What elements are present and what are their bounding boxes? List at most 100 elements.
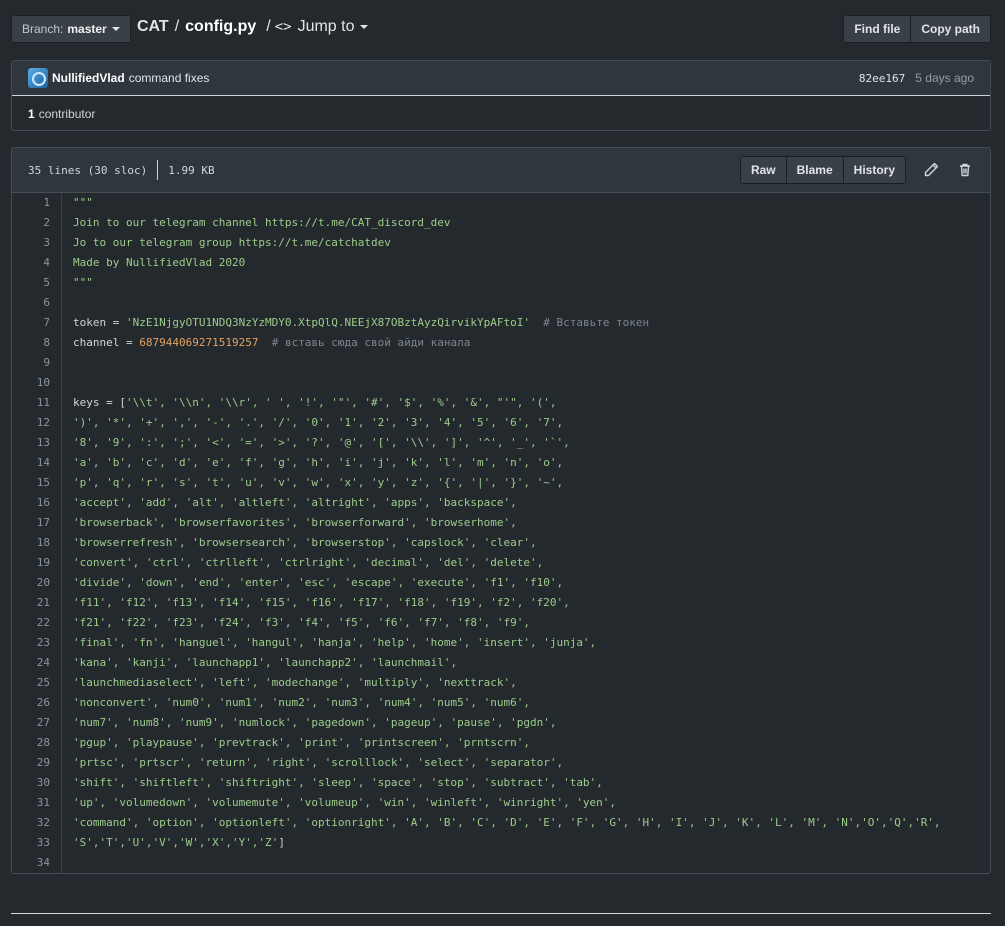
line-content: """	[62, 193, 93, 213]
code-token: Jo to our telegram group https://t.me/ca…	[73, 236, 391, 249]
line-content	[62, 853, 73, 873]
code-icon: <>	[274, 19, 292, 35]
raw-button[interactable]: Raw	[739, 156, 787, 184]
line-number[interactable]: 15	[12, 473, 62, 493]
code-token: ]	[278, 836, 285, 849]
caret-down-icon	[359, 25, 368, 29]
line-number[interactable]: 30	[12, 773, 62, 793]
code-line: 5 """	[12, 273, 990, 293]
line-number[interactable]: 21	[12, 593, 62, 613]
code-line: 18 'browserrefresh', 'browsersearch', 'br…	[12, 533, 990, 553]
copy-path-button[interactable]: Copy path	[911, 15, 991, 43]
contributors-label: contributor	[38, 106, 96, 121]
line-number[interactable]: 8	[12, 333, 62, 353]
line-content: """	[62, 273, 93, 293]
commit-time: 5 days ago	[915, 71, 974, 85]
line-number[interactable]: 5	[12, 273, 62, 293]
line-number[interactable]: 19	[12, 553, 62, 573]
line-content: 'nonconvert', 'num0', 'num1', 'num2', 'n…	[62, 693, 530, 713]
commit-tease: NullifiedVlad command fixes 82ee167 5 da…	[11, 60, 991, 131]
trash-icon[interactable]	[956, 161, 974, 179]
code-line: 8 channel = 687944069271519257 # вставь с…	[12, 333, 990, 353]
line-number[interactable]: 28	[12, 733, 62, 753]
code-line: 16 'accept', 'add', 'alt', 'altleft', 'al…	[12, 493, 990, 513]
line-number[interactable]: 12	[12, 413, 62, 433]
line-content: Made by NullifiedVlad 2020	[62, 253, 245, 273]
line-content	[62, 293, 73, 313]
line-content: 'p', 'q', 'r', 's', 't', 'u', 'v', 'w', …	[62, 473, 563, 493]
code-token: 'nonconvert', 'num0', 'num1', 'num2', 'n…	[73, 696, 530, 709]
line-number[interactable]: 31	[12, 793, 62, 813]
code-line: 25 'launchmediaselect', 'left', 'modechan…	[12, 673, 990, 693]
line-number[interactable]: 11	[12, 393, 62, 413]
code-line: 1 """	[12, 193, 990, 213]
code-token: 'launchmediaselect', 'left', 'modechange…	[73, 676, 517, 689]
code-line: 11 keys = ['\\t', '\\n', '\\r', ' ', '!',…	[12, 393, 990, 413]
code-token: 'convert', 'ctrl', 'ctrlleft', 'ctrlrigh…	[73, 556, 544, 569]
line-number[interactable]: 29	[12, 753, 62, 773]
branch-select-button[interactable]: Branch: master	[11, 15, 131, 43]
line-number[interactable]: 17	[12, 513, 62, 533]
code-token: 'num7', 'num8', 'num9', 'numlock', 'page…	[73, 716, 557, 729]
file-header: 35 lines (30 sloc) 1.99 KB Raw Blame His…	[12, 148, 990, 193]
line-number[interactable]: 16	[12, 493, 62, 513]
line-number[interactable]: 33	[12, 833, 62, 853]
line-number[interactable]: 34	[12, 853, 62, 873]
footer-divider	[11, 913, 991, 914]
line-number[interactable]: 6	[12, 293, 62, 313]
line-content: 'pgup', 'playpause', 'prevtrack', 'print…	[62, 733, 530, 753]
line-number[interactable]: 27	[12, 713, 62, 733]
line-number[interactable]: 32	[12, 813, 62, 833]
line-content: 'kana', 'kanji', 'launchapp1', 'launchap…	[62, 653, 457, 673]
line-number[interactable]: 7	[12, 313, 62, 333]
line-number[interactable]: 25	[12, 673, 62, 693]
line-number[interactable]: 26	[12, 693, 62, 713]
blame-button[interactable]: Blame	[786, 156, 844, 184]
history-button[interactable]: History	[843, 156, 906, 184]
breadcrumb-file-name: config.py	[185, 18, 257, 35]
top-bar: Branch: master CAT / config.py / <> Jump…	[11, 15, 991, 43]
line-content	[62, 373, 73, 393]
code-token: 'final', 'fn', 'hanguel', 'hangul', 'han…	[73, 636, 597, 649]
code-token: # вставь сюда свой айди канала	[258, 336, 471, 349]
pencil-icon[interactable]	[922, 161, 940, 179]
code-line: 12 ')', '*', '+', ',', '-', '.', '/', '0'…	[12, 413, 990, 433]
line-content: Join to our telegram channel https://t.m…	[62, 213, 451, 233]
line-number[interactable]: 3	[12, 233, 62, 253]
code-token: 'pgup', 'playpause', 'prevtrack', 'print…	[73, 736, 530, 749]
line-number[interactable]: 1	[12, 193, 62, 213]
line-number[interactable]: 13	[12, 433, 62, 453]
line-number[interactable]: 14	[12, 453, 62, 473]
line-content	[62, 353, 73, 373]
file-viewer: 35 lines (30 sloc) 1.99 KB Raw Blame His…	[11, 147, 991, 874]
jump-to-menu[interactable]: / <> Jump to	[266, 18, 368, 36]
contributors-row[interactable]: 1 contributor	[12, 96, 990, 131]
code-line: 23 'final', 'fn', 'hanguel', 'hangul', 'h…	[12, 633, 990, 653]
line-number[interactable]: 10	[12, 373, 62, 393]
code-token: 'up', 'volumedown', 'volumemute', 'volum…	[73, 796, 617, 809]
file-info-divider	[157, 160, 159, 180]
breadcrumb-repo-link[interactable]: CAT	[137, 18, 169, 36]
commit-sha-link[interactable]: 82ee167	[859, 72, 905, 85]
line-number[interactable]: 22	[12, 613, 62, 633]
line-content: 'launchmediaselect', 'left', 'modechange…	[62, 673, 517, 693]
avatar[interactable]	[28, 68, 48, 88]
line-number[interactable]: 9	[12, 353, 62, 373]
code-line: 17 'browserback', 'browserfavorites', 'br…	[12, 513, 990, 533]
line-number[interactable]: 20	[12, 573, 62, 593]
line-number[interactable]: 18	[12, 533, 62, 553]
contributors-count: 1	[28, 106, 35, 121]
line-number[interactable]: 4	[12, 253, 62, 273]
commit-message-link[interactable]: command fixes	[129, 71, 210, 85]
code-line: 6	[12, 293, 990, 313]
line-content: 'final', 'fn', 'hanguel', 'hangul', 'han…	[62, 633, 596, 653]
find-file-button[interactable]: Find file	[843, 15, 912, 43]
code-token: 'divide', 'down', 'end', 'enter', 'esc',…	[73, 576, 564, 589]
line-number[interactable]: 2	[12, 213, 62, 233]
code-line: 29 'prtsc', 'prtscr', 'return', 'right', …	[12, 753, 990, 773]
commit-author-link[interactable]: NullifiedVlad	[52, 71, 125, 85]
code-token: 'accept', 'add', 'alt', 'altleft', 'altr…	[73, 496, 517, 509]
line-content: 'shift', 'shiftleft', 'shiftright', 'sle…	[62, 773, 603, 793]
line-number[interactable]: 23	[12, 633, 62, 653]
line-number[interactable]: 24	[12, 653, 62, 673]
